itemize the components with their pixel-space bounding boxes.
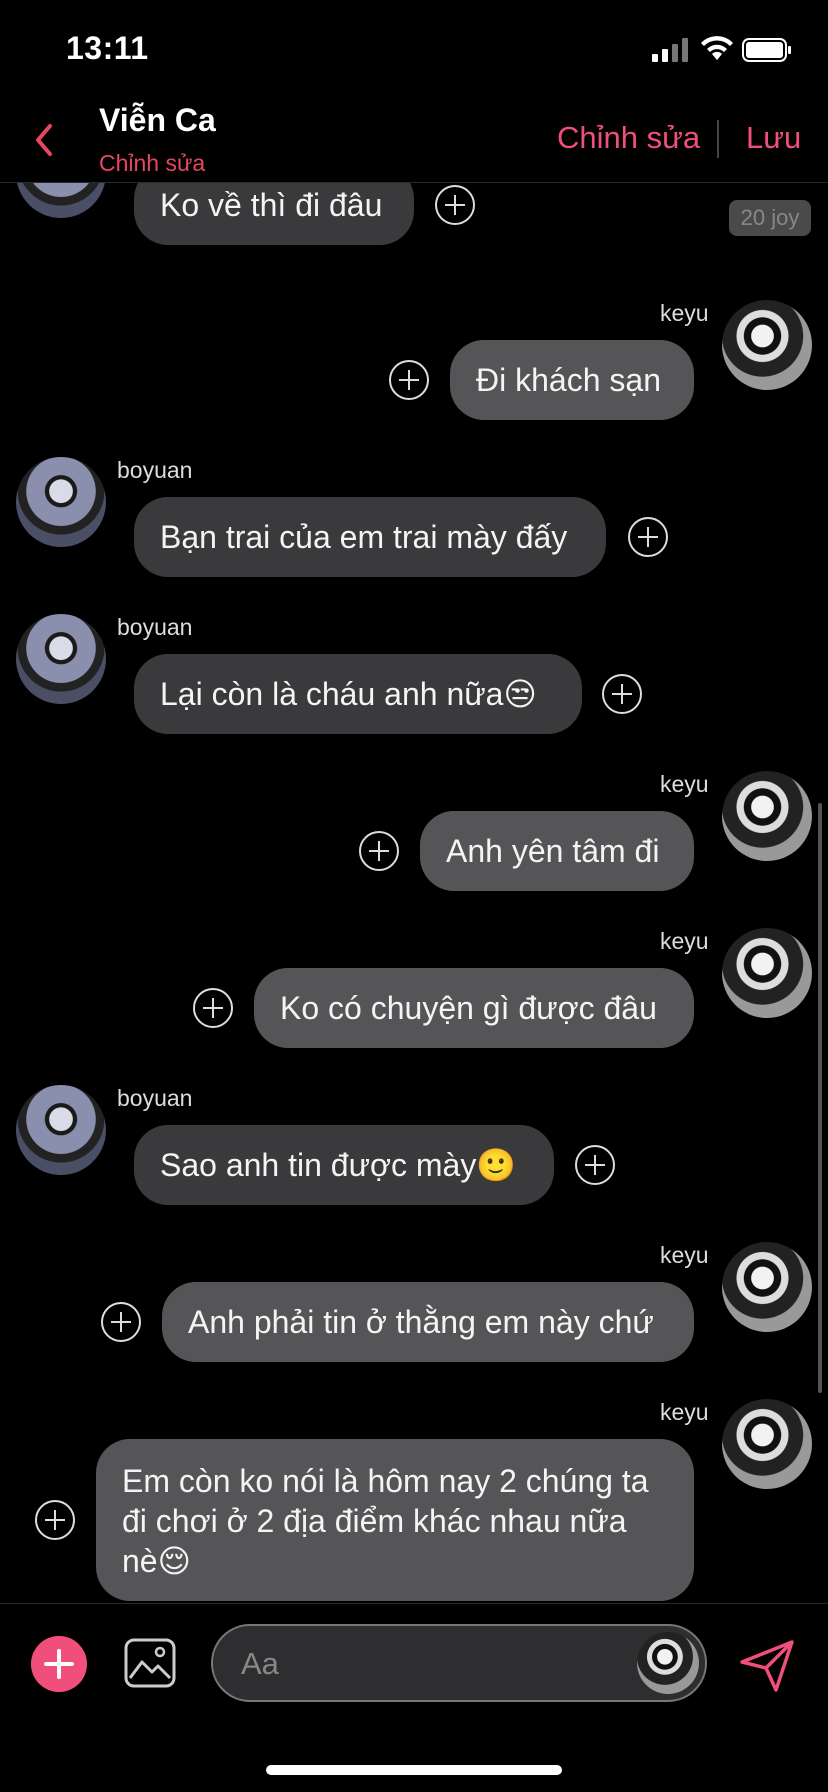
- plus-circle-icon[interactable]: [192, 987, 234, 1029]
- message-bubble[interactable]: Lại còn là cháu anh nữa😒: [134, 654, 582, 734]
- edit-button[interactable]: Chỉnh sửa: [557, 120, 700, 156]
- message-bubble[interactable]: Đi khách sạn: [450, 340, 694, 420]
- plus-circle-icon[interactable]: [601, 673, 643, 715]
- message-bubble[interactable]: Ko về thì đi đâu: [134, 183, 414, 245]
- battery-icon: [742, 38, 791, 62]
- plus-circle-icon[interactable]: [100, 1301, 142, 1343]
- message-bubble[interactable]: Em còn ko nói là hôm nay 2 chúng ta đi c…: [96, 1439, 694, 1601]
- plus-circle-icon[interactable]: [627, 516, 669, 558]
- avatar-keyu[interactable]: [637, 1632, 699, 1694]
- message-row: Ko về thì đi đâu: [0, 183, 828, 263]
- sender-name: keyu: [660, 771, 709, 797]
- status-bar: 13:11: [0, 0, 828, 100]
- message-row: keyu Em còn ko nói là hôm nay 2 chúng ta…: [0, 1399, 828, 1601]
- sender-name: keyu: [660, 1242, 709, 1268]
- sender-name: boyuan: [117, 457, 193, 483]
- scrollbar[interactable]: [818, 803, 822, 1393]
- composer-bar: Aa: [0, 1603, 828, 1724]
- avatar-keyu[interactable]: [722, 1399, 812, 1489]
- sender-name: boyuan: [117, 614, 193, 640]
- image-icon[interactable]: [124, 1638, 176, 1688]
- home-indicator[interactable]: [266, 1765, 562, 1775]
- avatar-keyu[interactable]: [722, 771, 812, 861]
- plus-circle-icon[interactable]: [358, 830, 400, 872]
- avatar-keyu[interactable]: [722, 928, 812, 1018]
- chat-messages[interactable]: Ko về thì đi đâu 20 joy keyu Đi khách sạ…: [0, 183, 828, 1603]
- signal-icon: [652, 38, 688, 62]
- avatar-keyu[interactable]: [722, 300, 812, 390]
- add-button[interactable]: [31, 1636, 87, 1692]
- avatar-boyuan[interactable]: [16, 1085, 106, 1175]
- sender-name: keyu: [660, 928, 709, 954]
- chat-header: Viễn Ca Chỉnh sửa Chỉnh sửa Lưu: [0, 100, 828, 183]
- message-input[interactable]: Aa: [211, 1624, 707, 1702]
- plus-circle-icon[interactable]: [574, 1144, 616, 1186]
- send-icon[interactable]: [738, 1638, 796, 1694]
- contact-name[interactable]: Viễn Ca: [99, 102, 216, 139]
- message-bubble[interactable]: Ko có chuyện gì được đâu: [254, 968, 694, 1048]
- avatar-boyuan[interactable]: [16, 457, 106, 547]
- input-placeholder: Aa: [241, 1646, 279, 1681]
- plus-circle-icon[interactable]: [34, 1499, 76, 1541]
- header-divider: [717, 120, 719, 158]
- joy-badge: 20 joy: [729, 200, 811, 236]
- message-bubble[interactable]: Sao anh tin được mày🙂: [134, 1125, 554, 1205]
- plus-circle-icon[interactable]: [388, 359, 430, 401]
- avatar-boyuan[interactable]: [16, 183, 106, 218]
- message-row: keyu Ko có chuyện gì được đâu: [0, 928, 828, 1068]
- message-row: keyu Đi khách sạn: [0, 300, 828, 440]
- wifi-icon: [701, 36, 733, 60]
- sender-name: boyuan: [117, 1085, 193, 1111]
- message-bubble[interactable]: Bạn trai của em trai mày đấy: [134, 497, 606, 577]
- status-time: 13:11: [66, 30, 149, 66]
- message-bubble[interactable]: Anh yên tâm đi: [420, 811, 694, 891]
- sender-name: keyu: [660, 1399, 709, 1425]
- message-row: boyuan Lại còn là cháu anh nữa😒: [0, 614, 828, 754]
- save-button[interactable]: Lưu: [746, 120, 801, 156]
- plus-circle-icon[interactable]: [434, 184, 476, 226]
- sender-name: keyu: [660, 300, 709, 326]
- back-chevron-icon[interactable]: [28, 118, 62, 162]
- message-row: boyuan Bạn trai của em trai mày đấy: [0, 457, 828, 597]
- message-row: boyuan Sao anh tin được mày🙂: [0, 1085, 828, 1225]
- avatar-boyuan[interactable]: [16, 614, 106, 704]
- message-row: keyu Anh phải tin ở thằng em này chứ: [0, 1242, 828, 1382]
- message-row: keyu Anh yên tâm đi: [0, 771, 828, 911]
- contact-subtitle[interactable]: Chỉnh sửa: [99, 150, 205, 177]
- avatar-keyu[interactable]: [722, 1242, 812, 1332]
- message-bubble[interactable]: Anh phải tin ở thằng em này chứ: [162, 1282, 694, 1362]
